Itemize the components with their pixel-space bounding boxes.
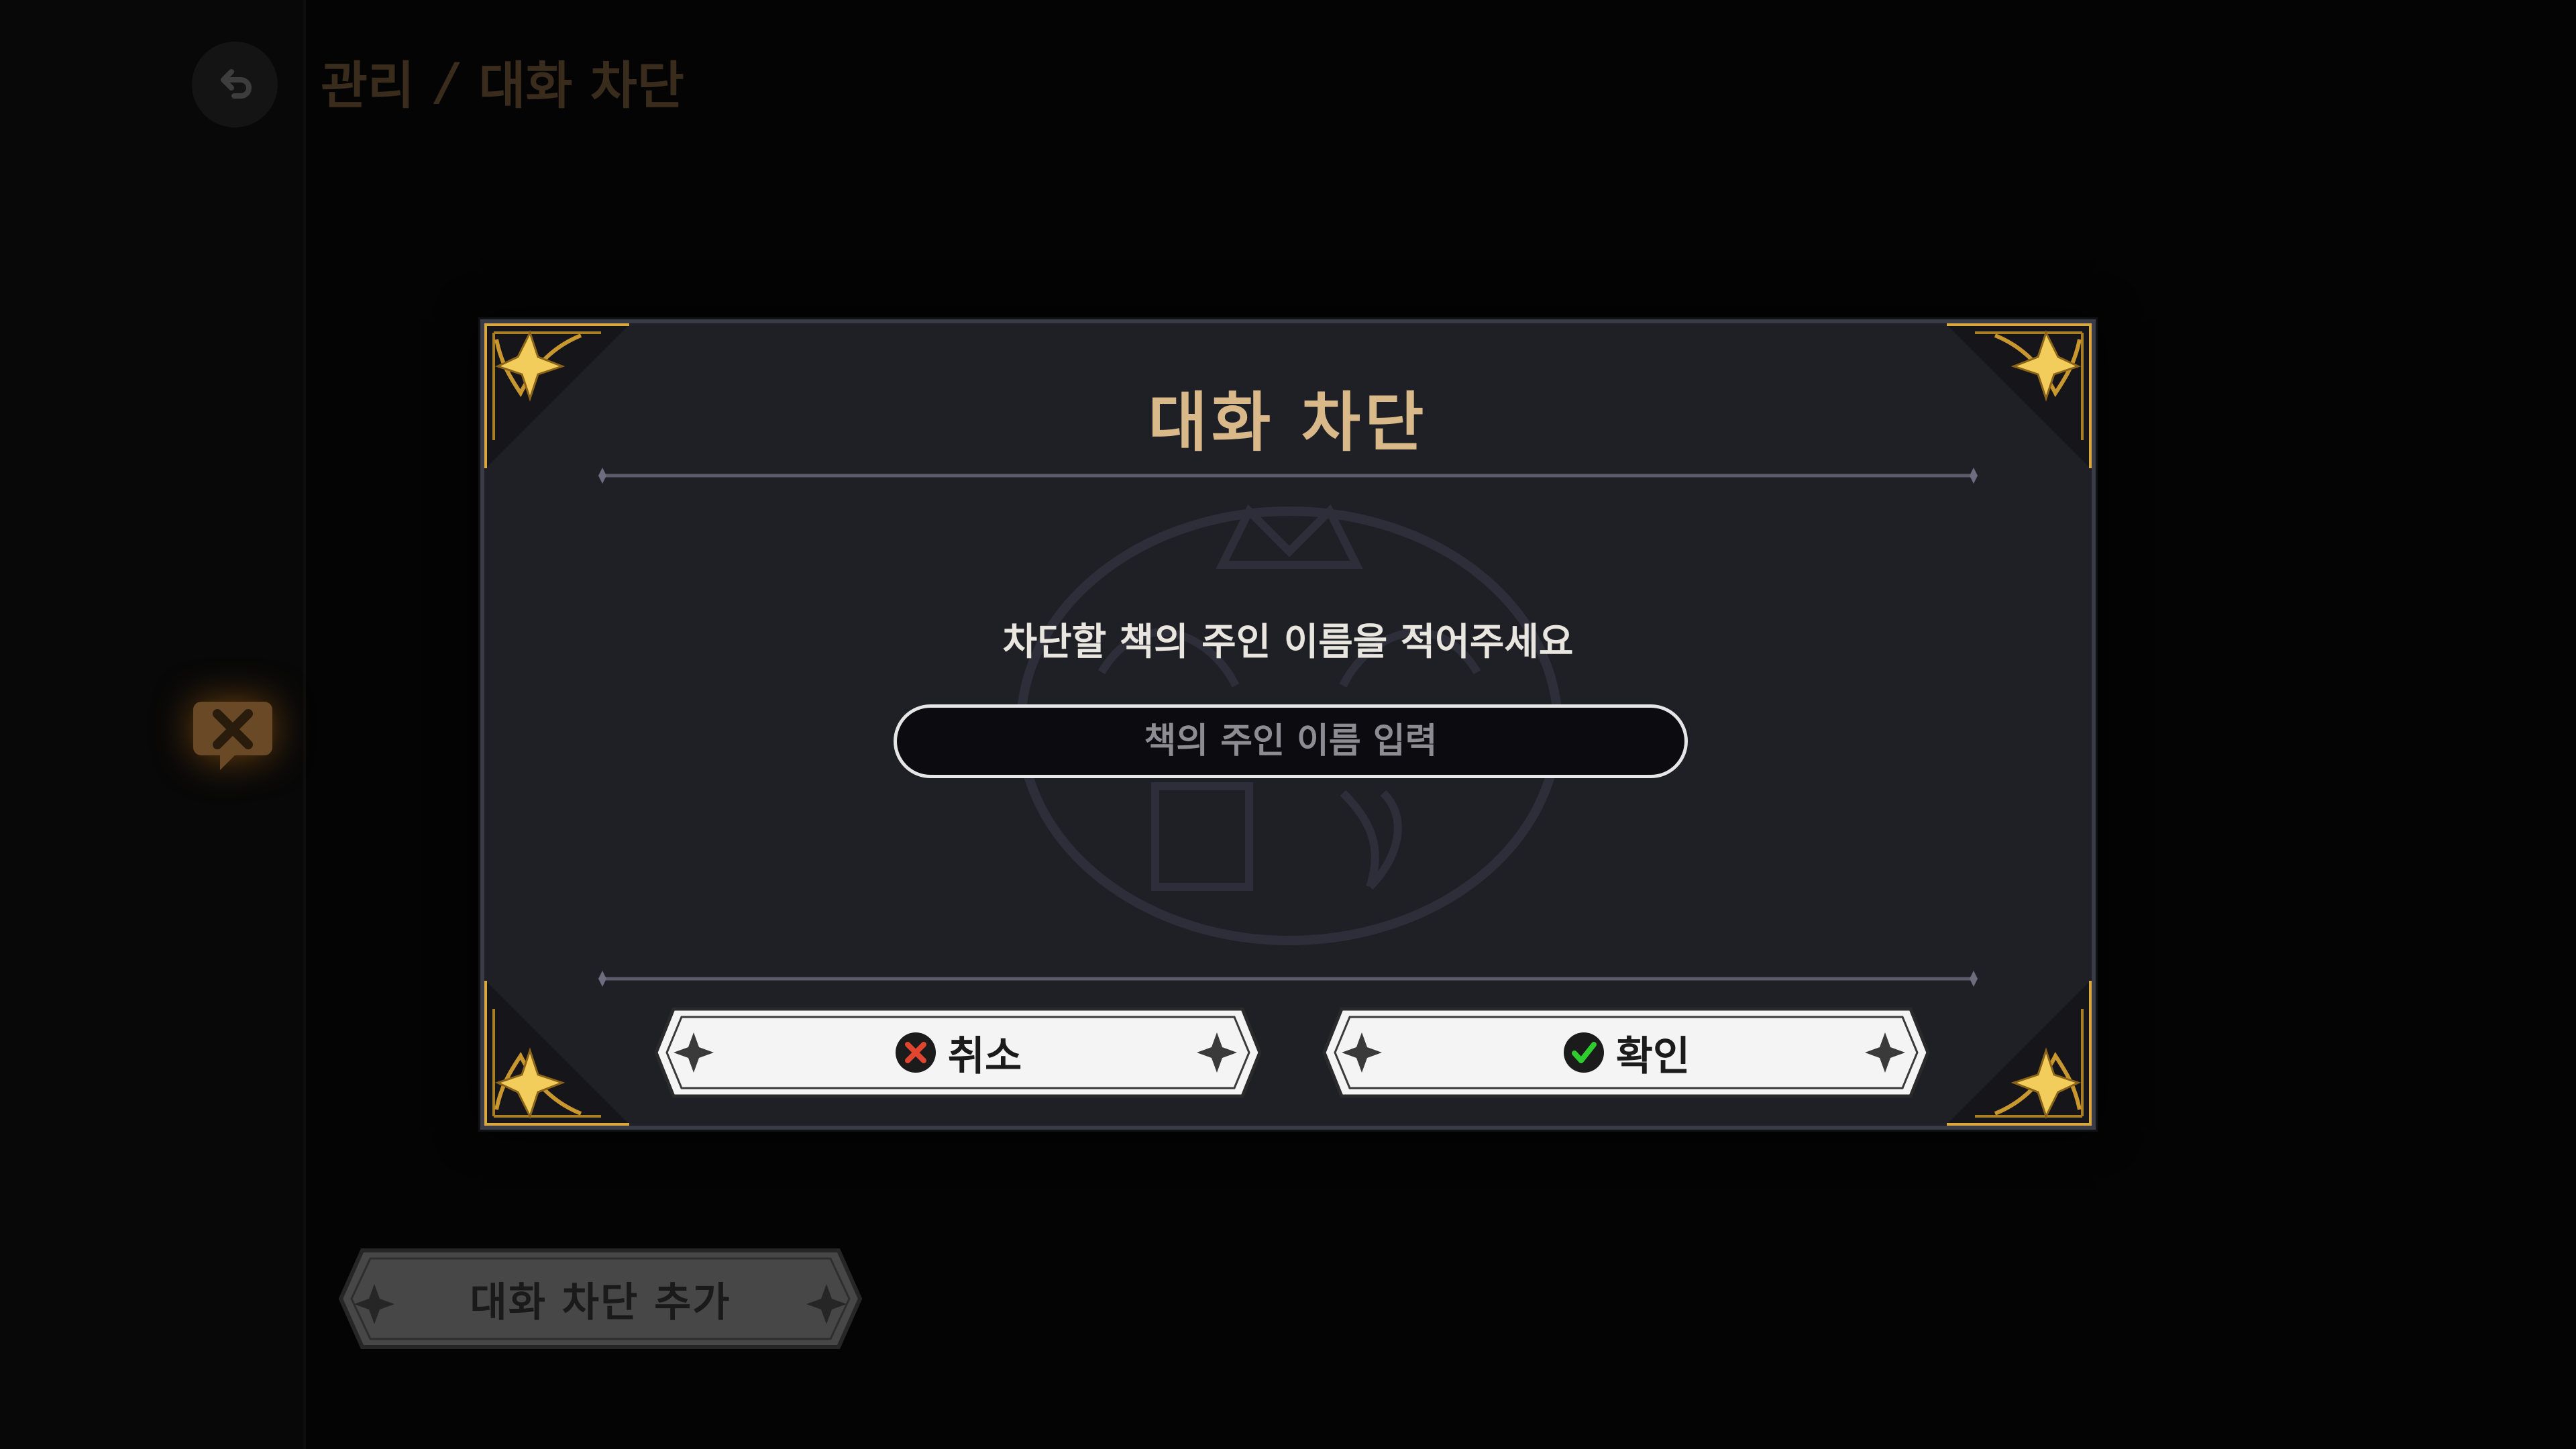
cancel-button[interactable]: 취소 bbox=[652, 1005, 1264, 1100]
gold-corner-ornament-icon bbox=[484, 975, 635, 1126]
breadcrumb-separator: / bbox=[437, 51, 456, 111]
gold-corner-ornament-icon bbox=[1941, 975, 2092, 1126]
breadcrumb-parent[interactable]: 관리 bbox=[321, 44, 415, 118]
chat-block-menu-item[interactable] bbox=[182, 683, 283, 784]
add-chat-block-button[interactable]: 대화 차단 추가 bbox=[335, 1245, 865, 1352]
x-circle-icon bbox=[895, 1032, 936, 1073]
cancel-button-label: 취소 bbox=[947, 1032, 1022, 1080]
breadcrumb: 관리 / 대화 차단 bbox=[321, 44, 684, 118]
back-arrow-icon bbox=[221, 69, 252, 99]
confirm-button-label: 확인 bbox=[1615, 1032, 1690, 1080]
back-button[interactable] bbox=[192, 42, 278, 127]
chat-block-icon bbox=[193, 702, 272, 770]
dialog-title: 대화 차단 bbox=[1148, 384, 1428, 460]
confirm-button[interactable]: 확인 bbox=[1320, 1005, 1932, 1100]
check-circle-icon bbox=[1563, 1032, 1604, 1073]
title-divider bbox=[598, 468, 1978, 484]
breadcrumb-current: 대화 차단 bbox=[478, 56, 684, 115]
owner-name-input[interactable] bbox=[894, 704, 1688, 778]
chat-block-dialog: 대화 차단 차단할 책의 주인 이름을 적어주세요 취소 bbox=[480, 319, 2096, 1130]
dialog-prompt: 차단할 책의 주인 이름을 적어주세요 bbox=[1002, 621, 1574, 664]
button-divider bbox=[598, 971, 1978, 987]
add-chat-block-label: 대화 차단 추가 bbox=[470, 1279, 731, 1326]
